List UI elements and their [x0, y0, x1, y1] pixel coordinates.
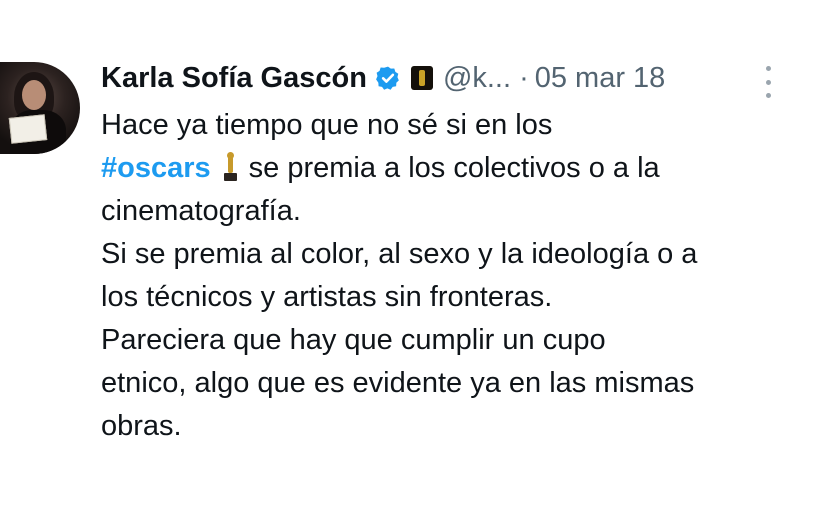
tweet-line-1: Hace ya tiempo que no sé si en los — [101, 109, 553, 141]
tweet-date[interactable]: 05 mar 18 — [535, 62, 666, 95]
tweet-text: Hace ya tiempo que no sé si en los #osca… — [101, 104, 811, 448]
hashtag-link[interactable]: #oscars — [101, 152, 211, 184]
more-options-icon[interactable] — [760, 66, 776, 98]
avatar[interactable] — [0, 62, 80, 154]
verified-badge-icon — [376, 66, 399, 90]
avatar-award-paper — [8, 114, 48, 144]
tweet-line-6: Pareciera que hay que cumplir un cupo — [101, 324, 606, 356]
avatar-face — [22, 80, 46, 110]
author-handle[interactable]: @k... — [443, 62, 511, 95]
oscar-statuette-icon — [223, 152, 237, 181]
tweet-line-8: obras. — [101, 410, 182, 442]
oscar-badge-icon — [410, 66, 433, 90]
tweet-line-7: etnico, algo que es evidente ya en las m… — [101, 367, 695, 399]
tweet-line-2: #oscars se premia a los colectivos o a la — [101, 147, 811, 190]
tweet-line-2-text: se premia a los colectivos o a la — [248, 152, 660, 184]
tweet-line-4: Si se premia al color, al sexo y la ideo… — [101, 238, 698, 270]
tweet-header: Karla Sofía Gascón @k... · 05 mar 18 — [101, 58, 665, 98]
more-dot-1 — [765, 66, 771, 71]
header-separator: · — [519, 61, 529, 94]
more-dot-2 — [765, 79, 771, 85]
more-dot-3 — [765, 93, 771, 98]
tweet-line-3: cinematografía. — [101, 195, 301, 227]
tweet-card: Karla Sofía Gascón @k... · 05 mar 18 Hac… — [0, 0, 825, 506]
tweet-line-5: los técnicos y artistas sin fronteras. — [101, 281, 553, 313]
author-name[interactable]: Karla Sofía Gascón — [101, 62, 367, 95]
